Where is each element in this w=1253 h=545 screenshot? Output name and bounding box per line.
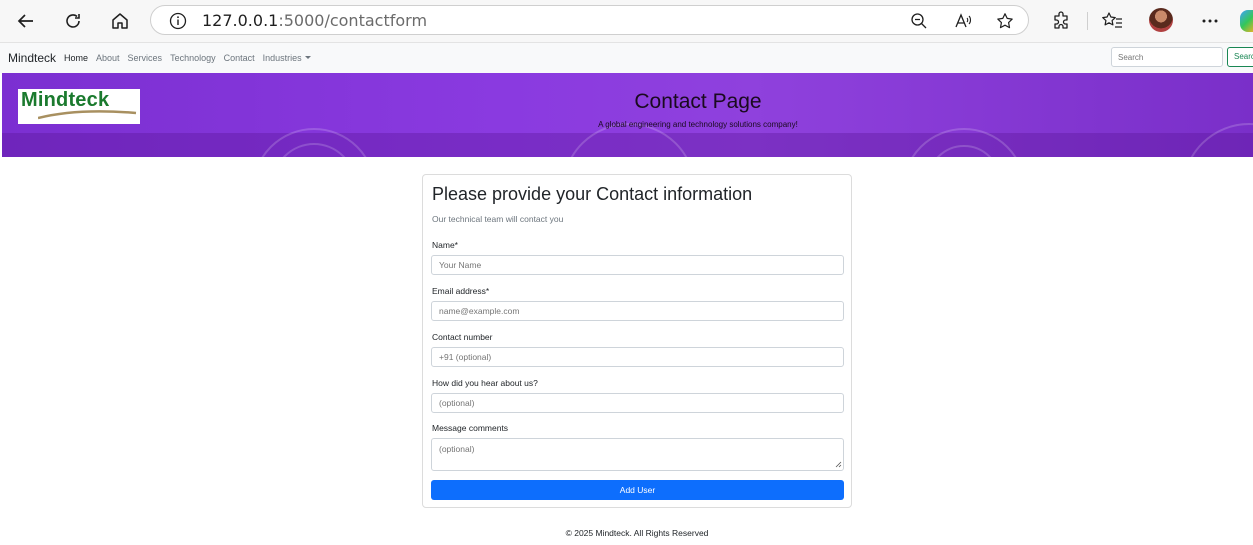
url-text: 127.0.0.1:5000/contactform: [202, 11, 427, 30]
more-icon[interactable]: [1198, 9, 1222, 33]
refresh-icon[interactable]: [61, 9, 85, 33]
page-title: Contact Page: [634, 90, 762, 113]
name-field[interactable]: [431, 255, 844, 275]
address-bar[interactable]: 127.0.0.1:5000/contactform: [150, 5, 1029, 35]
search-button[interactable]: Search: [1227, 47, 1253, 67]
email-field[interactable]: [431, 301, 844, 321]
profile-avatar[interactable]: [1149, 8, 1173, 32]
extensions-icon[interactable]: [1049, 9, 1073, 33]
site-info-icon[interactable]: [168, 11, 188, 31]
nav-link-contact[interactable]: Contact: [224, 53, 255, 63]
navbar-brand[interactable]: Mindteck: [8, 51, 56, 65]
message-textarea[interactable]: [431, 438, 844, 471]
browser-toolbar: 127.0.0.1:5000/contactform: [0, 0, 1253, 43]
home-icon[interactable]: [108, 9, 132, 33]
email-label: Email address*: [432, 286, 490, 296]
contact-number-field[interactable]: [431, 347, 844, 367]
contact-number-label: Contact number: [432, 332, 493, 342]
copilot-icon[interactable]: [1240, 10, 1253, 32]
caret-down-icon: [304, 56, 311, 59]
nav-link-home[interactable]: Home: [64, 53, 88, 63]
url-path: :5000/contactform: [278, 11, 428, 30]
footer-copyright: © 2025 Mindteck. All Rights Reserved: [565, 528, 709, 538]
add-user-button[interactable]: Add User: [431, 480, 844, 500]
resize-grip-icon[interactable]: [835, 461, 842, 468]
favorite-star-icon[interactable]: [995, 11, 1015, 31]
back-icon[interactable]: [14, 9, 38, 33]
form-title: Please provide your Contact information: [432, 184, 753, 204]
nav-link-technology[interactable]: Technology: [170, 53, 216, 63]
zoom-out-icon[interactable]: [909, 11, 929, 31]
nav-dropdown-label: Industries: [262, 53, 302, 63]
read-aloud-icon[interactable]: [953, 11, 973, 31]
form-subtitle: Our technical team will contact you: [432, 214, 564, 224]
url-host: 127.0.0.1: [202, 11, 279, 30]
site-navbar: Mindteck Home About Services Technology …: [0, 43, 1253, 73]
toolbar-divider: [1087, 12, 1088, 30]
name-label: Name*: [432, 240, 458, 250]
hero-banner: [2, 73, 1253, 157]
nav-link-about[interactable]: About: [96, 53, 120, 63]
search-input[interactable]: [1111, 47, 1223, 67]
page-subtitle: A global engineering and technology solu…: [598, 120, 798, 129]
contact-form-card: Please provide your Contact information …: [422, 174, 852, 508]
referral-label: How did you hear about us?: [432, 378, 538, 388]
nav-link-services[interactable]: Services: [128, 53, 163, 63]
favorites-icon[interactable]: [1100, 9, 1124, 33]
message-label: Message comments: [432, 423, 509, 433]
nav-dropdown-industries[interactable]: Industries: [263, 53, 311, 63]
referral-field[interactable]: [431, 393, 844, 413]
nav-links: Home About Services Technology Contact I…: [64, 53, 319, 63]
